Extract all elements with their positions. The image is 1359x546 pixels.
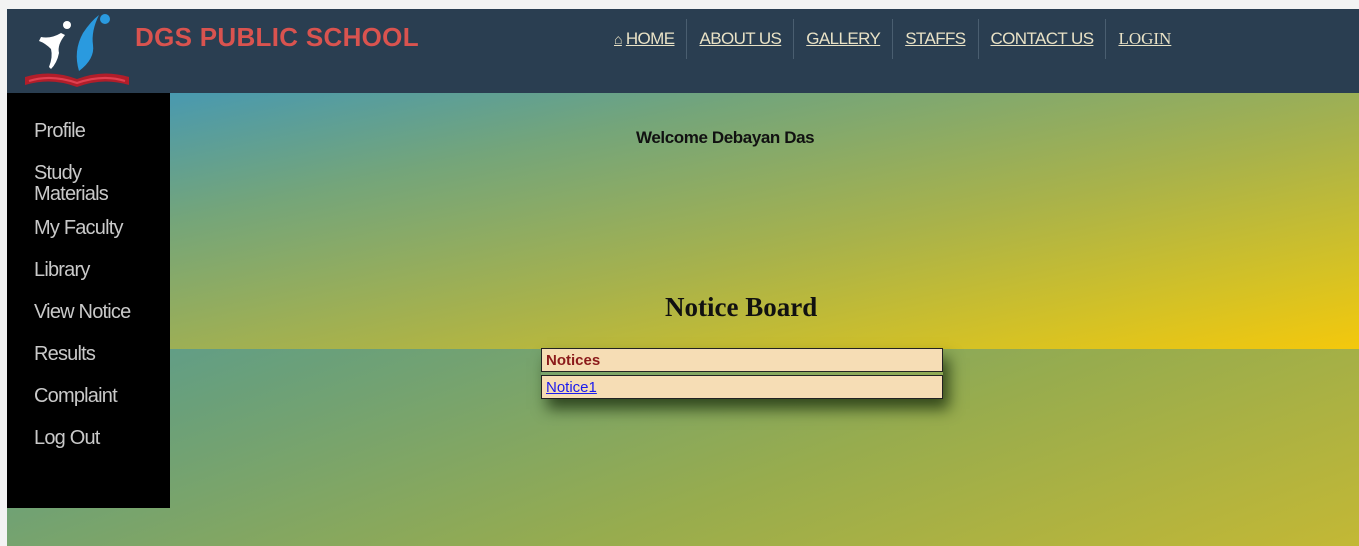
- sidebar-item-log-out[interactable]: Log Out: [7, 428, 170, 449]
- nav-contact-us[interactable]: CONTACT US: [979, 19, 1107, 59]
- sidebar-item-library[interactable]: Library: [7, 260, 170, 281]
- notice-link[interactable]: Notice1: [546, 379, 597, 396]
- sidebar-item-profile[interactable]: Profile: [7, 121, 170, 142]
- nav-login[interactable]: LOGIN: [1106, 19, 1183, 59]
- sidebar-item-complaint[interactable]: Complaint: [7, 386, 170, 407]
- welcome-message: Welcome Debayan Das: [636, 128, 815, 147]
- school-logo: [25, 14, 129, 87]
- nav-home[interactable]: ⌂ HOME: [602, 19, 688, 59]
- site-header: DGS PUBLIC SCHOOL ⌂ HOME ABOUT US GALLERY…: [7, 9, 1359, 93]
- school-name: DGS PUBLIC SCHOOL: [135, 22, 419, 52]
- home-icon: ⌂: [614, 31, 622, 47]
- sidebar-item-view-notice[interactable]: View Notice: [7, 302, 170, 323]
- top-nav: ⌂ HOME ABOUT US GALLERY STAFFS CONTACT US…: [602, 19, 1183, 59]
- nav-gallery[interactable]: GALLERY: [794, 19, 894, 59]
- sidebar-item-study-materials[interactable]: Study Materials: [7, 163, 117, 205]
- table-row: Notice1: [541, 375, 943, 399]
- notices-table: Notices Notice1: [541, 348, 943, 399]
- sidebar-item-my-faculty[interactable]: My Faculty: [7, 218, 170, 239]
- notice-board-title: Notice Board: [665, 292, 818, 322]
- nav-staffs[interactable]: STAFFS: [893, 19, 979, 59]
- notices-header: Notices: [541, 348, 943, 372]
- nav-home-label: HOME: [625, 29, 675, 48]
- nav-about-us[interactable]: ABOUT US: [687, 19, 795, 59]
- sidebar: Profile Study Materials My Faculty Libra…: [7, 93, 170, 508]
- sidebar-item-results[interactable]: Results: [7, 344, 170, 365]
